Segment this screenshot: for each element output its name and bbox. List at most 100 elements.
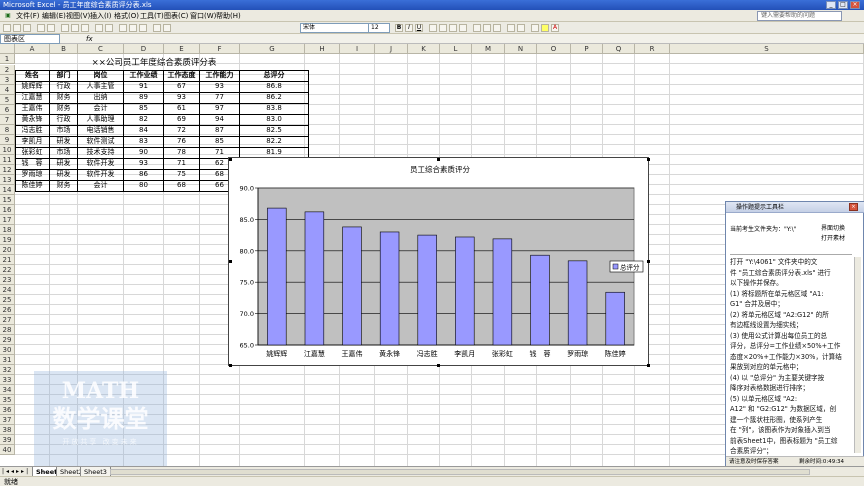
row-header[interactable]: 30 bbox=[0, 345, 15, 355]
undo-icon[interactable] bbox=[95, 24, 103, 32]
table-cell[interactable]: 财务 bbox=[50, 180, 78, 192]
cut-icon[interactable] bbox=[61, 24, 69, 32]
copy-icon[interactable] bbox=[71, 24, 79, 32]
selection-handle[interactable] bbox=[437, 158, 440, 161]
align-right-icon[interactable] bbox=[449, 24, 457, 32]
minimize-button[interactable]: _ bbox=[826, 1, 836, 9]
row-header[interactable]: 4 bbox=[0, 85, 15, 95]
horizontal-scrollbar[interactable] bbox=[110, 469, 810, 475]
chart-bar[interactable] bbox=[342, 226, 362, 346]
excel-app-icon[interactable]: ▣ bbox=[3, 10, 13, 22]
align-center-icon[interactable] bbox=[439, 24, 447, 32]
selection-handle[interactable] bbox=[437, 364, 440, 367]
font-size-select[interactable]: 12 bbox=[368, 23, 390, 33]
menu-help[interactable]: 帮助(H) bbox=[216, 10, 241, 22]
column-header[interactable]: F bbox=[200, 44, 240, 54]
indent-icon[interactable] bbox=[507, 24, 515, 32]
open-material-button[interactable]: 打开素材 bbox=[821, 233, 845, 242]
percent-icon[interactable] bbox=[483, 24, 491, 32]
selection-handle[interactable] bbox=[647, 260, 650, 263]
row-header[interactable]: 31 bbox=[0, 355, 15, 365]
column-header[interactable]: C bbox=[78, 44, 124, 54]
table-cell[interactable]: 80 bbox=[124, 180, 164, 192]
row-header[interactable]: 16 bbox=[0, 205, 15, 215]
chart-title[interactable]: 员工综合素质评分 bbox=[410, 164, 470, 174]
table-cell[interactable]: 陈佳婷 bbox=[15, 180, 50, 192]
row-header[interactable]: 19 bbox=[0, 235, 15, 245]
selection-handle[interactable] bbox=[647, 158, 650, 161]
row-header[interactable]: 35 bbox=[0, 395, 15, 405]
selection-handle[interactable] bbox=[647, 364, 650, 367]
comma-icon[interactable] bbox=[493, 24, 501, 32]
row-header[interactable]: 15 bbox=[0, 195, 15, 205]
maximize-button[interactable]: □ bbox=[838, 1, 848, 9]
menu-window[interactable]: 窗口(W) bbox=[190, 10, 216, 22]
name-box[interactable]: 图表区 bbox=[0, 34, 60, 44]
column-header[interactable]: I bbox=[340, 44, 375, 54]
column-header[interactable]: G bbox=[240, 44, 305, 54]
save-reminder[interactable]: 请注意及时保存答案 bbox=[729, 459, 779, 465]
underline-button[interactable]: U bbox=[415, 24, 423, 32]
chart-bar[interactable] bbox=[492, 238, 513, 346]
row-header[interactable]: 6 bbox=[0, 105, 15, 115]
currency-icon[interactable] bbox=[473, 24, 481, 32]
switch-view-button[interactable]: 界面切换 bbox=[821, 223, 845, 232]
row-header[interactable]: 36 bbox=[0, 405, 15, 415]
row-header[interactable]: 11 bbox=[0, 155, 15, 165]
row-header[interactable]: 23 bbox=[0, 275, 15, 285]
row-header[interactable]: 32 bbox=[0, 365, 15, 375]
column-header[interactable]: J bbox=[375, 44, 408, 54]
chart-bar[interactable] bbox=[417, 234, 437, 346]
row-header[interactable]: 20 bbox=[0, 245, 15, 255]
menu-tools[interactable]: 工具(T) bbox=[140, 10, 164, 22]
menu-view[interactable]: 视图(V) bbox=[66, 10, 90, 22]
row-header[interactable]: 33 bbox=[0, 375, 15, 385]
font-color-icon[interactable]: A bbox=[551, 24, 559, 32]
row-header[interactable]: 5 bbox=[0, 95, 15, 105]
column-header[interactable]: N bbox=[505, 44, 537, 54]
row-header[interactable]: 13 bbox=[0, 175, 15, 185]
chart-area[interactable]: 员工综合素质评分 90.0 85.0 80.0 75.0 70.0 65.0 姚辉辉 江嘉慧 王嘉… bbox=[228, 157, 650, 367]
task-pane-header[interactable]: 操作题提示工具栏 bbox=[726, 202, 864, 213]
selection-handle[interactable] bbox=[229, 364, 232, 367]
align-left-icon[interactable] bbox=[429, 24, 437, 32]
row-header[interactable]: 18 bbox=[0, 225, 15, 235]
row-header[interactable]: 22 bbox=[0, 265, 15, 275]
row-header[interactable]: 34 bbox=[0, 385, 15, 395]
menu-edit[interactable]: 编辑(E) bbox=[42, 10, 66, 22]
merge-center-icon[interactable] bbox=[459, 24, 467, 32]
column-header[interactable]: A bbox=[15, 44, 50, 54]
selection-handle[interactable] bbox=[229, 158, 232, 161]
sort-asc-icon[interactable] bbox=[129, 24, 137, 32]
table-cell[interactable]: 会计 bbox=[78, 180, 124, 192]
redo-icon[interactable] bbox=[105, 24, 113, 32]
chart-wizard-icon[interactable] bbox=[153, 24, 161, 32]
drawing-icon[interactable] bbox=[163, 24, 171, 32]
row-header[interactable]: 21 bbox=[0, 255, 15, 265]
italic-button[interactable]: I bbox=[405, 24, 413, 32]
bold-button[interactable]: B bbox=[395, 24, 403, 32]
fx-icon[interactable]: fx bbox=[86, 34, 93, 44]
chart-bar[interactable] bbox=[530, 254, 550, 346]
outdent-icon[interactable] bbox=[517, 24, 525, 32]
row-header[interactable]: 37 bbox=[0, 415, 15, 425]
column-header[interactable]: M bbox=[472, 44, 505, 54]
save-icon[interactable] bbox=[23, 24, 31, 32]
close-button[interactable]: × bbox=[850, 1, 860, 9]
row-header[interactable]: 25 bbox=[0, 295, 15, 305]
column-header[interactable]: Q bbox=[603, 44, 635, 54]
sum-icon[interactable] bbox=[119, 24, 127, 32]
print-icon[interactable] bbox=[37, 24, 45, 32]
column-header[interactable]: L bbox=[440, 44, 472, 54]
column-header[interactable]: O bbox=[537, 44, 571, 54]
menu-chart[interactable]: 图表(C) bbox=[164, 10, 188, 22]
column-header[interactable]: P bbox=[571, 44, 603, 54]
open-icon[interactable] bbox=[13, 24, 21, 32]
table-cell[interactable]: 68 bbox=[164, 180, 200, 192]
column-header[interactable]: E bbox=[164, 44, 200, 54]
fill-color-icon[interactable] bbox=[541, 24, 549, 32]
row-header[interactable]: 14 bbox=[0, 185, 15, 195]
row-header[interactable]: 29 bbox=[0, 335, 15, 345]
chart-bar[interactable] bbox=[304, 211, 325, 346]
borders-icon[interactable] bbox=[531, 24, 539, 32]
